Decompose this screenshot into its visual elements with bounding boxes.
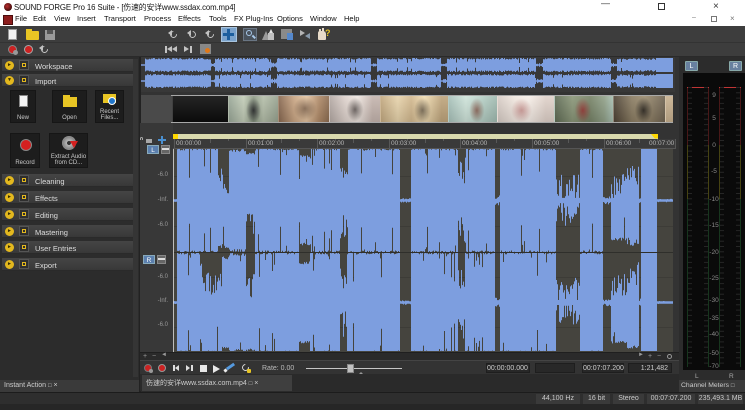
svg-text:-10: -10 [709, 196, 719, 203]
svg-text:5: 5 [712, 115, 716, 122]
svg-text:-50: -50 [709, 350, 719, 357]
svg-text:0: 0 [712, 142, 716, 149]
svg-text:9: 9 [712, 92, 716, 99]
svg-text:-30: -30 [709, 297, 719, 304]
svg-text:-25: -25 [709, 275, 719, 282]
svg-text:-20: -20 [709, 249, 719, 256]
svg-text:-40: -40 [709, 331, 719, 338]
svg-text:-5: -5 [711, 168, 717, 175]
svg-text:-70: -70 [709, 363, 719, 370]
svg-text:-15: -15 [709, 222, 719, 229]
svg-text:-35: -35 [709, 315, 719, 322]
